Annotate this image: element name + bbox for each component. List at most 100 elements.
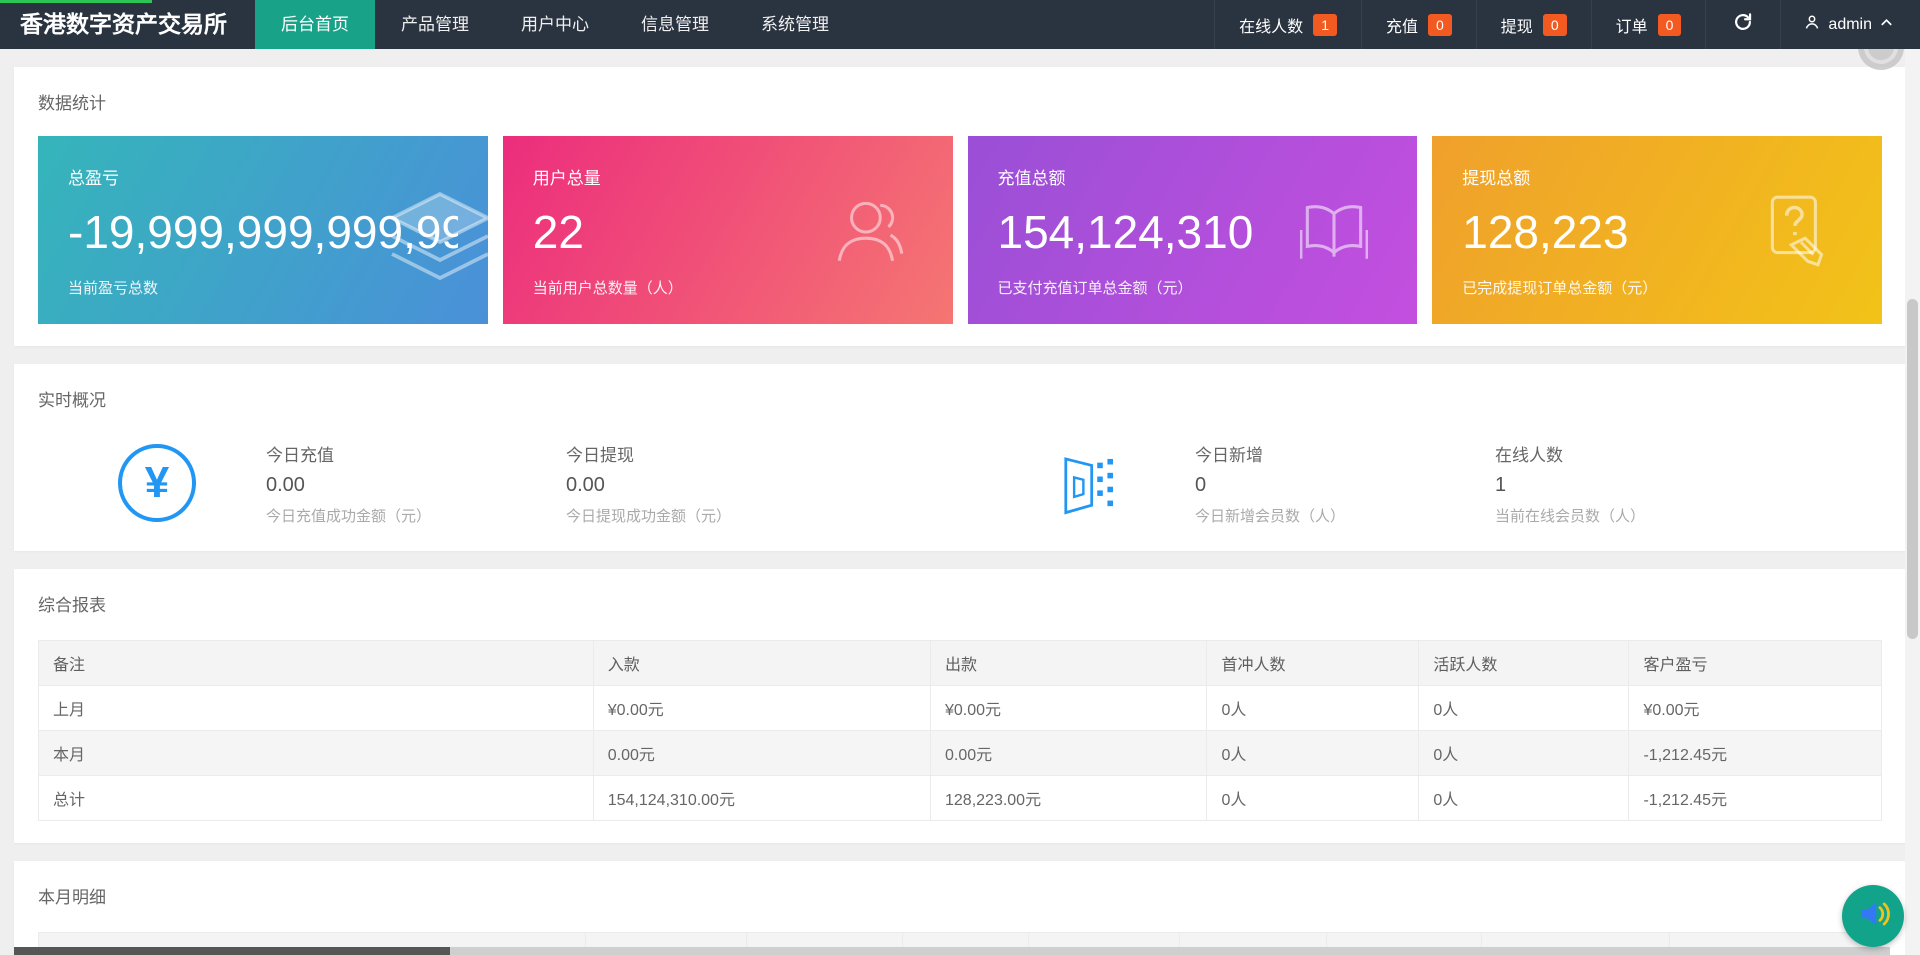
card-label: 提现总额	[1462, 164, 1852, 189]
card-label: 充值总额	[998, 164, 1388, 189]
month-detail-panel: 本月明细 日期 新增用户 入款 出款 首冲人数 活跃人数 订单数量 客户盈亏 流…	[14, 861, 1906, 955]
stat-label: 在线人数	[1495, 441, 1795, 466]
card-sublabel: 已支付充值订单总金额（元）	[998, 277, 1388, 298]
cell: -1,212.45元	[1629, 776, 1882, 821]
refresh-button[interactable]	[1705, 0, 1780, 49]
column-header: 客户盈亏	[1629, 641, 1882, 686]
nav-tab-information[interactable]: 信息管理	[615, 0, 735, 49]
nav-withdraw[interactable]: 提现 0	[1476, 0, 1591, 49]
refresh-icon	[1732, 11, 1754, 38]
stat-label: 今日充值	[266, 441, 566, 466]
customer-service-button[interactable]	[1842, 885, 1904, 947]
summary-report-panel: 综合报表 备注 入款 出款 首冲人数 活跃人数 客户盈亏 上月 ¥0.	[14, 569, 1906, 843]
card-total-recharge: 充值总额 154,124,310 已支付充值订单总金额（元）	[968, 136, 1418, 324]
cell: ¥0.00元	[593, 686, 930, 731]
nav-tab-system[interactable]: 系统管理	[735, 0, 855, 49]
card-total-users: 用户总量 22 当前用户总数量（人）	[503, 136, 953, 324]
user-menu[interactable]: admin	[1780, 0, 1920, 49]
recharge-badge: 0	[1428, 14, 1452, 36]
stat-sublabel: 今日充值成功金额（元）	[266, 505, 566, 526]
vertical-scrollbar-thumb[interactable]	[1907, 299, 1918, 639]
cell: 128,223.00元	[931, 776, 1207, 821]
user-icon	[1803, 13, 1821, 36]
note-question-icon	[1758, 189, 1840, 271]
cell: 0人	[1419, 776, 1629, 821]
chevron-up-icon	[1879, 15, 1894, 35]
book-icon	[1293, 189, 1375, 271]
layers-icon	[380, 185, 488, 305]
column-header: 入款	[593, 641, 930, 686]
cell: 0人	[1419, 686, 1629, 731]
month-detail-title: 本月明细	[38, 883, 1882, 908]
nav-recharge-label: 充值	[1386, 13, 1418, 37]
column-header: 备注	[39, 641, 594, 686]
nav-tab-users[interactable]: 用户中心	[495, 0, 615, 49]
stat-label: 今日提现	[566, 441, 866, 466]
nav-right-group: 在线人数 1 充值 0 提现 0 订单 0	[1214, 0, 1920, 49]
stats-panel-title: 数据统计	[38, 89, 1882, 114]
building-icon	[1051, 444, 1125, 522]
horizontal-scrollbar-thumb[interactable]	[14, 947, 450, 955]
loading-progress-bar	[0, 0, 152, 3]
summary-report-table: 备注 入款 出款 首冲人数 活跃人数 客户盈亏 上月 ¥0.00元 ¥0.00元…	[38, 640, 1882, 821]
stats-panel: 数据统计 总盈亏 -19,999,999,999,999 当前盈亏总数 用户总量…	[14, 67, 1906, 346]
column-header: 活跃人数	[1419, 641, 1629, 686]
speaker-icon	[1856, 897, 1890, 936]
dashboard-content: 数据统计 总盈亏 -19,999,999,999,999 当前盈亏总数 用户总量…	[0, 67, 1920, 955]
cell: -1,212.45元	[1629, 731, 1882, 776]
card-total-profit: 总盈亏 -19,999,999,999,999 当前盈亏总数	[38, 136, 488, 324]
nav-online-count[interactable]: 在线人数 1	[1214, 0, 1361, 49]
summary-report-title: 综合报表	[38, 591, 1882, 616]
users-icon	[829, 189, 911, 271]
table-row: 总计 154,124,310.00元 128,223.00元 0人 0人 -1,…	[39, 776, 1882, 821]
horizontal-scrollbar[interactable]	[14, 947, 1890, 955]
stat-cards: 总盈亏 -19,999,999,999,999 当前盈亏总数 用户总量 22 当…	[38, 136, 1882, 324]
card-sublabel: 已完成提现订单总金额（元）	[1462, 277, 1852, 298]
cell: 0人	[1419, 731, 1629, 776]
stat-value: 0.00	[266, 474, 566, 497]
cell: 0.00元	[593, 731, 930, 776]
cell: 0人	[1207, 731, 1419, 776]
cell: 154,124,310.00元	[593, 776, 930, 821]
card-sublabel: 当前用户总数量（人）	[533, 277, 923, 298]
realtime-panel: 实时概况 ¥ 今日充值 0.00 今日充值成功金额（元） 今日提现 0.00 今…	[14, 364, 1906, 551]
yen-circle-icon: ¥	[118, 444, 196, 522]
vertical-scrollbar[interactable]	[1905, 49, 1920, 955]
stat-value: 1	[1495, 474, 1795, 497]
stat-value: 0.00	[566, 474, 866, 497]
stat-sublabel: 当前在线会员数（人）	[1495, 505, 1795, 526]
realtime-stat-today-new: 今日新增 0 今日新增会员数（人）	[1195, 441, 1495, 526]
realtime-panel-title: 实时概况	[38, 386, 1882, 411]
nav-tab-dashboard[interactable]: 后台首页	[255, 0, 375, 49]
brand-title: 香港数字资产交易所	[0, 0, 255, 49]
table-row: 本月 0.00元 0.00元 0人 0人 -1,212.45元	[39, 731, 1882, 776]
card-label: 用户总量	[533, 164, 923, 189]
realtime-stat-online: 在线人数 1 当前在线会员数（人）	[1495, 441, 1795, 526]
realtime-stat-today-withdraw: 今日提现 0.00 今日提现成功金额（元）	[566, 441, 866, 526]
stat-value: 0	[1195, 474, 1495, 497]
cell: ¥0.00元	[931, 686, 1207, 731]
main-menu: 后台首页 产品管理 用户中心 信息管理 系统管理	[255, 0, 855, 49]
card-total-withdraw: 提现总额 128,223 已完成提现订单总金额（元）	[1432, 136, 1882, 324]
cell: 上月	[39, 686, 594, 731]
nav-recharge[interactable]: 充值 0	[1361, 0, 1476, 49]
column-header: 出款	[931, 641, 1207, 686]
nav-orders[interactable]: 订单 0	[1591, 0, 1706, 49]
cell: 0人	[1207, 776, 1419, 821]
column-header: 首冲人数	[1207, 641, 1419, 686]
withdraw-badge: 0	[1543, 14, 1567, 36]
online-count-badge: 1	[1313, 14, 1337, 36]
stat-sublabel: 今日新增会员数（人）	[1195, 505, 1495, 526]
user-name: admin	[1828, 16, 1872, 34]
nav-tab-products[interactable]: 产品管理	[375, 0, 495, 49]
top-nav: 香港数字资产交易所 后台首页 产品管理 用户中心 信息管理 系统管理 在线人数 …	[0, 0, 1920, 49]
table-row: 上月 ¥0.00元 ¥0.00元 0人 0人 ¥0.00元	[39, 686, 1882, 731]
stat-sublabel: 今日提现成功金额（元）	[566, 505, 866, 526]
cell: ¥0.00元	[1629, 686, 1882, 731]
nav-withdraw-label: 提现	[1501, 13, 1533, 37]
nav-online-label: 在线人数	[1239, 13, 1303, 37]
orders-badge: 0	[1658, 14, 1682, 36]
cell: 0人	[1207, 686, 1419, 731]
cell: 0.00元	[931, 731, 1207, 776]
table-header-row: 备注 入款 出款 首冲人数 活跃人数 客户盈亏	[39, 641, 1882, 686]
